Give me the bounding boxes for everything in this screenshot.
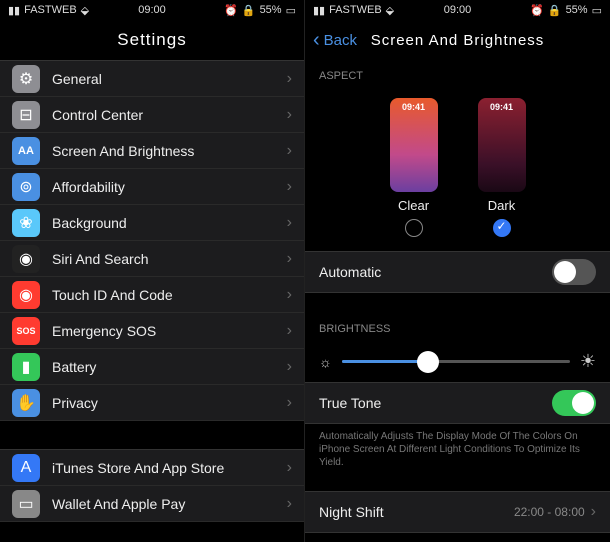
dark-label: Dark — [488, 198, 515, 213]
chevron-right-icon: › — [287, 142, 292, 160]
chevron-right-icon: › — [287, 106, 292, 124]
brightness-section-label: Brightness — [305, 313, 610, 341]
row-control-center[interactable]: ⊟ Control Center › — [0, 97, 304, 133]
chevron-right-icon: › — [287, 178, 292, 196]
hand-icon: ✋ — [12, 389, 40, 417]
signal-icon: ▮▮ — [8, 4, 20, 17]
wifi-icon: ⬙ — [81, 4, 89, 17]
sos-icon: SOS — [12, 317, 40, 345]
back-button[interactable]: ‹ Back — [313, 29, 357, 52]
chevron-right-icon: › — [591, 503, 596, 521]
status-time: 09:00 — [444, 4, 472, 16]
fingerprint-icon: ◉ — [12, 281, 40, 309]
true-tone-row: True Tone — [305, 382, 610, 424]
alarm-icon: ⏰ — [224, 4, 238, 17]
radio-selected-icon[interactable] — [493, 219, 511, 237]
brightness-icon: AA — [12, 137, 40, 165]
page-title: Settings — [117, 30, 186, 50]
header: ‹ Back Screen And Brightness — [305, 20, 610, 60]
chevron-right-icon: › — [287, 322, 292, 340]
battery-icon: ▭ — [286, 4, 296, 17]
appstore-icon: A — [12, 454, 40, 482]
gear-icon: ⚙ — [12, 65, 40, 93]
row-affordability[interactable]: ⊚ Affordability › — [0, 169, 304, 205]
accessibility-icon: ⊚ — [12, 173, 40, 201]
brightness-pane: ▮▮ FASTWEB ⬙ 09:00 ⏰ 🔒 55% ▭ ‹ Back Scre… — [305, 0, 610, 542]
alarm-icon: ⏰ — [530, 4, 544, 17]
chevron-right-icon: › — [287, 459, 292, 477]
wifi-icon: ⬙ — [386, 4, 394, 17]
status-bar: ▮▮ FASTWEB ⬙ 09:00 ⏰ 🔒 55% ▭ — [305, 0, 610, 20]
night-shift-value: 22:00 - 08:00 — [514, 505, 585, 519]
dark-thumbnail: 09:41 — [478, 98, 526, 192]
automatic-label: Automatic — [319, 264, 381, 280]
status-bar: ▮▮ FASTWEB ⬙ 09:00 ⏰ 🔒 55% ▭ — [0, 0, 304, 20]
battery-label: 55% — [260, 4, 282, 16]
settings-list-2: A iTunes Store And App Store › ▭ Wallet … — [0, 449, 304, 522]
brightness-slider-row: ☼ ☀ — [305, 341, 610, 382]
lock-icon: 🔒 — [548, 4, 562, 17]
row-battery[interactable]: ▮ Battery › — [0, 349, 304, 385]
chevron-right-icon: › — [287, 250, 292, 268]
chevron-right-icon: › — [287, 394, 292, 412]
true-tone-label: True Tone — [319, 395, 381, 411]
row-siri[interactable]: ◉ Siri And Search › — [0, 241, 304, 277]
battery-icon: ▭ — [592, 4, 602, 17]
settings-list: ⚙ General › ⊟ Control Center › AA Screen… — [0, 60, 304, 421]
page-title: Screen And Brightness — [371, 32, 545, 49]
night-shift-label: Night Shift — [319, 504, 384, 520]
night-shift-row[interactable]: Night Shift 22:00 - 08:00 › — [305, 491, 610, 533]
slider-thumb[interactable] — [417, 351, 439, 373]
true-tone-description: Automatically Adjusts The Display Mode O… — [305, 424, 610, 479]
row-background[interactable]: ❀ Background › — [0, 205, 304, 241]
header: Settings — [0, 20, 304, 60]
section-spacer — [0, 421, 304, 449]
siri-icon: ◉ — [12, 245, 40, 273]
row-privacy[interactable]: ✋ Privacy › — [0, 385, 304, 421]
settings-pane: ▮▮ FASTWEB ⬙ 09:00 ⏰ 🔒 55% ▭ Settings ⚙ … — [0, 0, 305, 542]
battery-icon: ▮ — [12, 353, 40, 381]
chevron-left-icon: ‹ — [313, 29, 320, 52]
chevron-right-icon: › — [287, 214, 292, 232]
wallpaper-icon: ❀ — [12, 209, 40, 237]
carrier-label: FASTWEB — [329, 4, 382, 16]
toggles-icon: ⊟ — [12, 101, 40, 129]
aspect-clear[interactable]: 09:41 Clear — [390, 98, 438, 237]
brightness-slider[interactable] — [342, 360, 570, 363]
chevron-right-icon: › — [287, 495, 292, 513]
row-touch-id[interactable]: ◉ Touch ID And Code › — [0, 277, 304, 313]
aspect-dark[interactable]: 09:41 Dark — [478, 98, 526, 237]
chevron-right-icon: › — [287, 358, 292, 376]
radio-unselected-icon[interactable] — [405, 219, 423, 237]
clear-thumbnail: 09:41 — [390, 98, 438, 192]
clear-label: Clear — [398, 198, 429, 213]
row-sos[interactable]: SOS Emergency SOS › — [0, 313, 304, 349]
automatic-row: Automatic — [305, 251, 610, 293]
status-time: 09:00 — [138, 4, 166, 16]
chevron-right-icon: › — [287, 286, 292, 304]
row-general[interactable]: ⚙ General › — [0, 61, 304, 97]
lock-icon: 🔒 — [242, 4, 256, 17]
signal-icon: ▮▮ — [313, 4, 325, 17]
back-label: Back — [324, 32, 357, 49]
wallet-icon: ▭ — [12, 490, 40, 518]
true-tone-switch[interactable] — [552, 390, 596, 416]
chevron-right-icon: › — [287, 70, 292, 88]
sun-small-icon: ☼ — [319, 354, 332, 370]
aspect-picker: 09:41 Clear 09:41 Dark — [305, 88, 610, 251]
row-app-store[interactable]: A iTunes Store And App Store › — [0, 450, 304, 486]
aspect-section-label: ASPECT — [305, 60, 610, 88]
carrier-label: FASTWEB — [24, 4, 77, 16]
sun-large-icon: ☀ — [580, 351, 596, 372]
automatic-switch[interactable] — [552, 259, 596, 285]
row-wallet[interactable]: ▭ Wallet And Apple Pay › — [0, 486, 304, 522]
battery-label: 55% — [566, 4, 588, 16]
row-screen-brightness[interactable]: AA Screen And Brightness › — [0, 133, 304, 169]
